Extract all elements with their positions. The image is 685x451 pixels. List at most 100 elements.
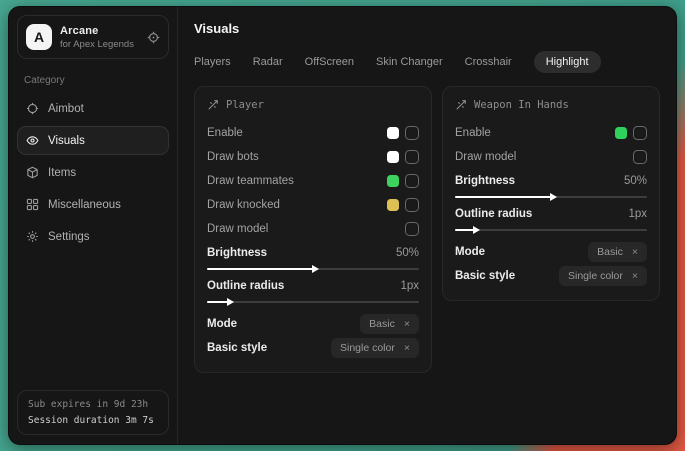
setting-label: Draw bots xyxy=(207,151,259,163)
setting-row-draw-model: Draw model xyxy=(207,218,419,240)
slider-label: Brightness xyxy=(207,247,267,259)
setting-label: Draw model xyxy=(207,223,268,235)
mode-select-chip[interactable]: Basic × xyxy=(588,242,647,262)
sidebar-item-settings[interactable]: Settings xyxy=(17,222,169,251)
remove-icon[interactable]: × xyxy=(632,271,638,282)
slider-fill[interactable] xyxy=(207,268,313,270)
setting-label: Mode xyxy=(455,246,485,258)
slider-fill[interactable] xyxy=(455,229,474,231)
setting-label: Basic style xyxy=(207,342,267,354)
slider-label: Brightness xyxy=(455,175,515,187)
sidebar-item-label: Settings xyxy=(48,231,90,243)
setting-label: Basic style xyxy=(455,270,515,282)
setting-row-enable: Enable xyxy=(207,122,419,144)
slider-label: Outline radius xyxy=(207,280,284,292)
app-logo: A xyxy=(26,24,52,50)
brightness-slider[interactable] xyxy=(207,268,419,270)
slider-value: 1px xyxy=(628,208,647,220)
sidebar-item-label: Miscellaneous xyxy=(48,199,121,211)
settings-cards: Player Enable Draw bots xyxy=(194,86,660,373)
chip-value: Basic xyxy=(369,318,395,330)
draw-knocked-checkbox[interactable] xyxy=(405,198,419,212)
sub-expiry-text: Sub expires in 9d 23h xyxy=(28,399,158,410)
brightness-slider[interactable] xyxy=(455,196,647,198)
color-swatch[interactable] xyxy=(615,127,627,139)
color-swatch[interactable] xyxy=(387,151,399,163)
sidebar-item-visuals[interactable]: Visuals xyxy=(17,126,169,155)
setting-label: Draw teammates xyxy=(207,175,294,187)
enable-checkbox[interactable] xyxy=(633,126,647,140)
player-card-header: Player xyxy=(207,99,419,111)
slider-value: 50% xyxy=(624,175,647,187)
remove-icon[interactable]: × xyxy=(404,343,410,354)
tab-skin-changer[interactable]: Skin Changer xyxy=(376,51,443,73)
outline-radius-slider[interactable] xyxy=(455,229,647,231)
enable-checkbox[interactable] xyxy=(405,126,419,140)
slider-label: Outline radius xyxy=(455,208,532,220)
sidebar-item-miscellaneous[interactable]: Miscellaneous xyxy=(17,190,169,219)
page-title: Visuals xyxy=(194,21,660,36)
setting-row-enable: Enable xyxy=(455,122,647,144)
draw-model-checkbox[interactable] xyxy=(633,150,647,164)
setting-row-draw-teammates: Draw teammates xyxy=(207,170,419,192)
app-title: Arcane xyxy=(60,25,139,37)
app-meta: Arcane for Apex Legends xyxy=(60,25,139,50)
slider-value: 1px xyxy=(400,280,419,292)
setting-label: Mode xyxy=(207,318,237,330)
setting-row-draw-bots: Draw bots xyxy=(207,146,419,168)
setting-label: Draw knocked xyxy=(207,199,280,211)
mode-select-chip[interactable]: Basic × xyxy=(360,314,419,334)
category-label: Category xyxy=(24,75,162,86)
visuals-icon xyxy=(26,134,39,147)
slider-fill[interactable] xyxy=(455,196,551,198)
tab-crosshair[interactable]: Crosshair xyxy=(465,51,512,73)
draw-bots-checkbox[interactable] xyxy=(405,150,419,164)
slider-fill[interactable] xyxy=(207,301,228,303)
target-pin-icon[interactable] xyxy=(147,31,160,44)
chip-value: Single color xyxy=(568,270,623,282)
basic-style-select-chip[interactable]: Single color × xyxy=(559,266,647,286)
setting-row-draw-model: Draw model xyxy=(455,146,647,168)
draw-teammates-checkbox[interactable] xyxy=(405,174,419,188)
player-card-title: Player xyxy=(226,99,264,111)
color-swatch[interactable] xyxy=(387,199,399,211)
outline-radius-slider[interactable] xyxy=(207,301,419,303)
main-panel: Visuals Players Radar OffScreen Skin Cha… xyxy=(178,7,676,444)
tab-players[interactable]: Players xyxy=(194,51,231,73)
miscellaneous-icon xyxy=(26,198,39,211)
outline-radius-slider-block: Outline radius 1px xyxy=(455,208,647,231)
remove-icon[interactable]: × xyxy=(404,319,410,330)
weapon-card-header: Weapon In Hands xyxy=(455,99,647,111)
player-card: Player Enable Draw bots xyxy=(194,86,432,373)
tab-offscreen[interactable]: OffScreen xyxy=(305,51,354,73)
sidebar-item-label: Items xyxy=(48,167,76,179)
player-icon xyxy=(207,99,219,111)
sidebar-item-label: Aimbot xyxy=(48,103,84,115)
tab-bar: Players Radar OffScreen Skin Changer Cro… xyxy=(194,51,660,73)
session-duration-text: Session duration 3m 7s xyxy=(28,415,158,426)
items-icon xyxy=(26,166,39,179)
sidebar-item-aimbot[interactable]: Aimbot xyxy=(17,94,169,123)
sidebar-item-items[interactable]: Items xyxy=(17,158,169,187)
aimbot-icon xyxy=(26,102,39,115)
app-subtitle: for Apex Legends xyxy=(60,39,139,50)
chip-value: Basic xyxy=(597,246,623,258)
subscription-status-card: Sub expires in 9d 23h Session duration 3… xyxy=(17,390,169,435)
brightness-slider-block: Brightness 50% xyxy=(455,175,647,198)
setting-row-draw-knocked: Draw knocked xyxy=(207,194,419,216)
setting-label: Enable xyxy=(207,127,243,139)
weapon-icon xyxy=(455,99,467,111)
weapon-card-title: Weapon In Hands xyxy=(474,99,569,111)
color-swatch[interactable] xyxy=(387,175,399,187)
remove-icon[interactable]: × xyxy=(632,247,638,258)
draw-model-checkbox[interactable] xyxy=(405,222,419,236)
app-header-card: A Arcane for Apex Legends xyxy=(17,15,169,59)
setting-row-mode: Mode Basic × xyxy=(455,241,647,263)
basic-style-select-chip[interactable]: Single color × xyxy=(331,338,419,358)
sidebar: A Arcane for Apex Legends Category Aimbo… xyxy=(9,7,178,444)
setting-row-basic-style: Basic style Single color × xyxy=(207,337,419,359)
tab-radar[interactable]: Radar xyxy=(253,51,283,73)
settings-gear-icon xyxy=(26,230,39,243)
color-swatch[interactable] xyxy=(387,127,399,139)
tab-highlight[interactable]: Highlight xyxy=(534,51,601,73)
